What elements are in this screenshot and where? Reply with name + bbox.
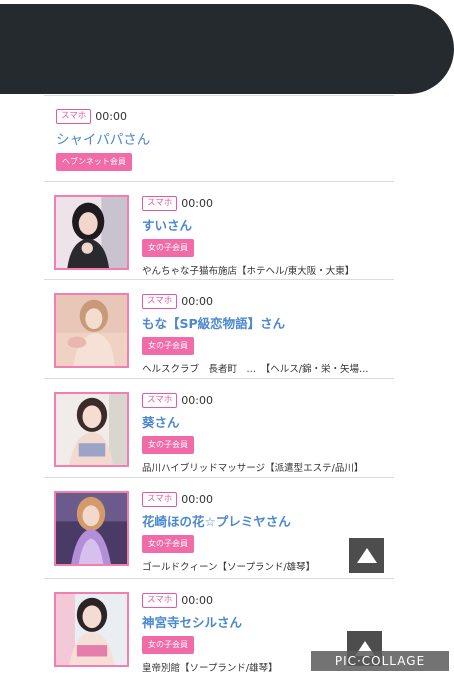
entry-time: 00:00	[181, 196, 213, 210]
entry-time: 00:00	[181, 294, 213, 308]
profile-photo[interactable]	[54, 592, 129, 667]
device-badge: スマホ	[56, 108, 92, 124]
page: スマホ 00:00 シャイパパさん ヘブンネット会員 スマホ 00:00 すいさ…	[0, 0, 454, 680]
member-badge: 女の子会員	[142, 436, 194, 454]
profile-photo[interactable]	[54, 491, 129, 566]
entry-name[interactable]: 花崎ほの花☆プレミヤさん	[142, 511, 392, 530]
entry-name[interactable]: 神宮寺セシルさん	[142, 612, 392, 631]
footprint-list: スマホ 00:00 シャイパパさん ヘブンネット会員 スマホ 00:00 すいさ…	[44, 95, 394, 680]
entry-meta: スマホ 00:00	[142, 392, 392, 408]
entry-name[interactable]: もな【SP級恋物語】さん	[142, 313, 392, 332]
device-badge: スマホ	[142, 293, 178, 309]
device-badge: スマホ	[142, 392, 178, 408]
list-item[interactable]: スマホ 00:00 花崎ほの花☆プレミヤさん 女の子会員 ゴールドクィーン【ソー…	[44, 477, 394, 578]
entry-meta: スマホ 00:00	[142, 592, 392, 608]
entry-info: スマホ 00:00 もな【SP級恋物語】さん 女の子会員 ヘルスクラブ 長者町 …	[142, 293, 392, 375]
entry-info: スマホ 00:00 すいさん 女の子会員 やんちゃな子猫布施店【ホテヘル/東大阪…	[142, 195, 392, 277]
entry-meta: スマホ 00:00	[142, 293, 392, 309]
list-item[interactable]: スマホ 00:00 シャイパパさん ヘブンネット会員	[44, 95, 394, 181]
member-badge: 女の子会員	[142, 535, 194, 553]
member-badge: ヘブンネット会員	[56, 153, 132, 171]
member-badge: 女の子会員	[142, 239, 194, 257]
entry-name[interactable]: すいさん	[142, 215, 392, 234]
device-badge: スマホ	[142, 491, 178, 507]
top-bar	[0, 4, 454, 94]
entry-meta: スマホ 00:00	[142, 491, 392, 507]
member-badge: 女の子会員	[142, 337, 194, 355]
scroll-to-top-button[interactable]	[349, 538, 384, 573]
list-item[interactable]: スマホ 00:00 葵さん 女の子会員 品川ハイブリッドマッサージ【派遣型エステ…	[44, 378, 394, 477]
entry-meta: スマホ 00:00	[56, 108, 306, 124]
list-item[interactable]: スマホ 00:00 すいさん 女の子会員 やんちゃな子猫布施店【ホテヘル/東大阪…	[44, 181, 394, 279]
entry-info: スマホ 00:00 シャイパパさん ヘブンネット会員	[56, 108, 306, 171]
entry-time: 00:00	[181, 393, 213, 407]
entry-meta: スマホ 00:00	[142, 195, 392, 211]
shop-name[interactable]: ヘルスクラブ 長者町 … 【ヘルス/錦・栄・矢場…	[142, 361, 392, 375]
entry-info: スマホ 00:00 葵さん 女の子会員 品川ハイブリッドマッサージ【派遣型エステ…	[142, 392, 392, 474]
list-item[interactable]: スマホ 00:00 もな【SP級恋物語】さん 女の子会員 ヘルスクラブ 長者町 …	[44, 279, 394, 378]
watermark: PIC·COLLAGE	[311, 651, 449, 671]
entry-time: 00:00	[181, 593, 213, 607]
entry-time: 00:00	[95, 109, 127, 123]
entry-name[interactable]: 葵さん	[142, 412, 392, 431]
member-badge: 女の子会員	[142, 636, 194, 654]
profile-photo[interactable]	[54, 195, 129, 270]
profile-photo[interactable]	[54, 293, 129, 368]
entry-time: 00:00	[181, 492, 213, 506]
entry-name[interactable]: シャイパパさん	[56, 128, 306, 148]
up-arrow-icon	[356, 548, 377, 563]
device-badge: スマホ	[142, 195, 178, 211]
shop-name[interactable]: やんちゃな子猫布施店【ホテヘル/東大阪・大東】	[142, 263, 392, 277]
shop-name[interactable]: 品川ハイブリッドマッサージ【派遣型エステ/品川】	[142, 460, 392, 474]
device-badge: スマホ	[142, 592, 178, 608]
profile-photo[interactable]	[54, 392, 129, 467]
